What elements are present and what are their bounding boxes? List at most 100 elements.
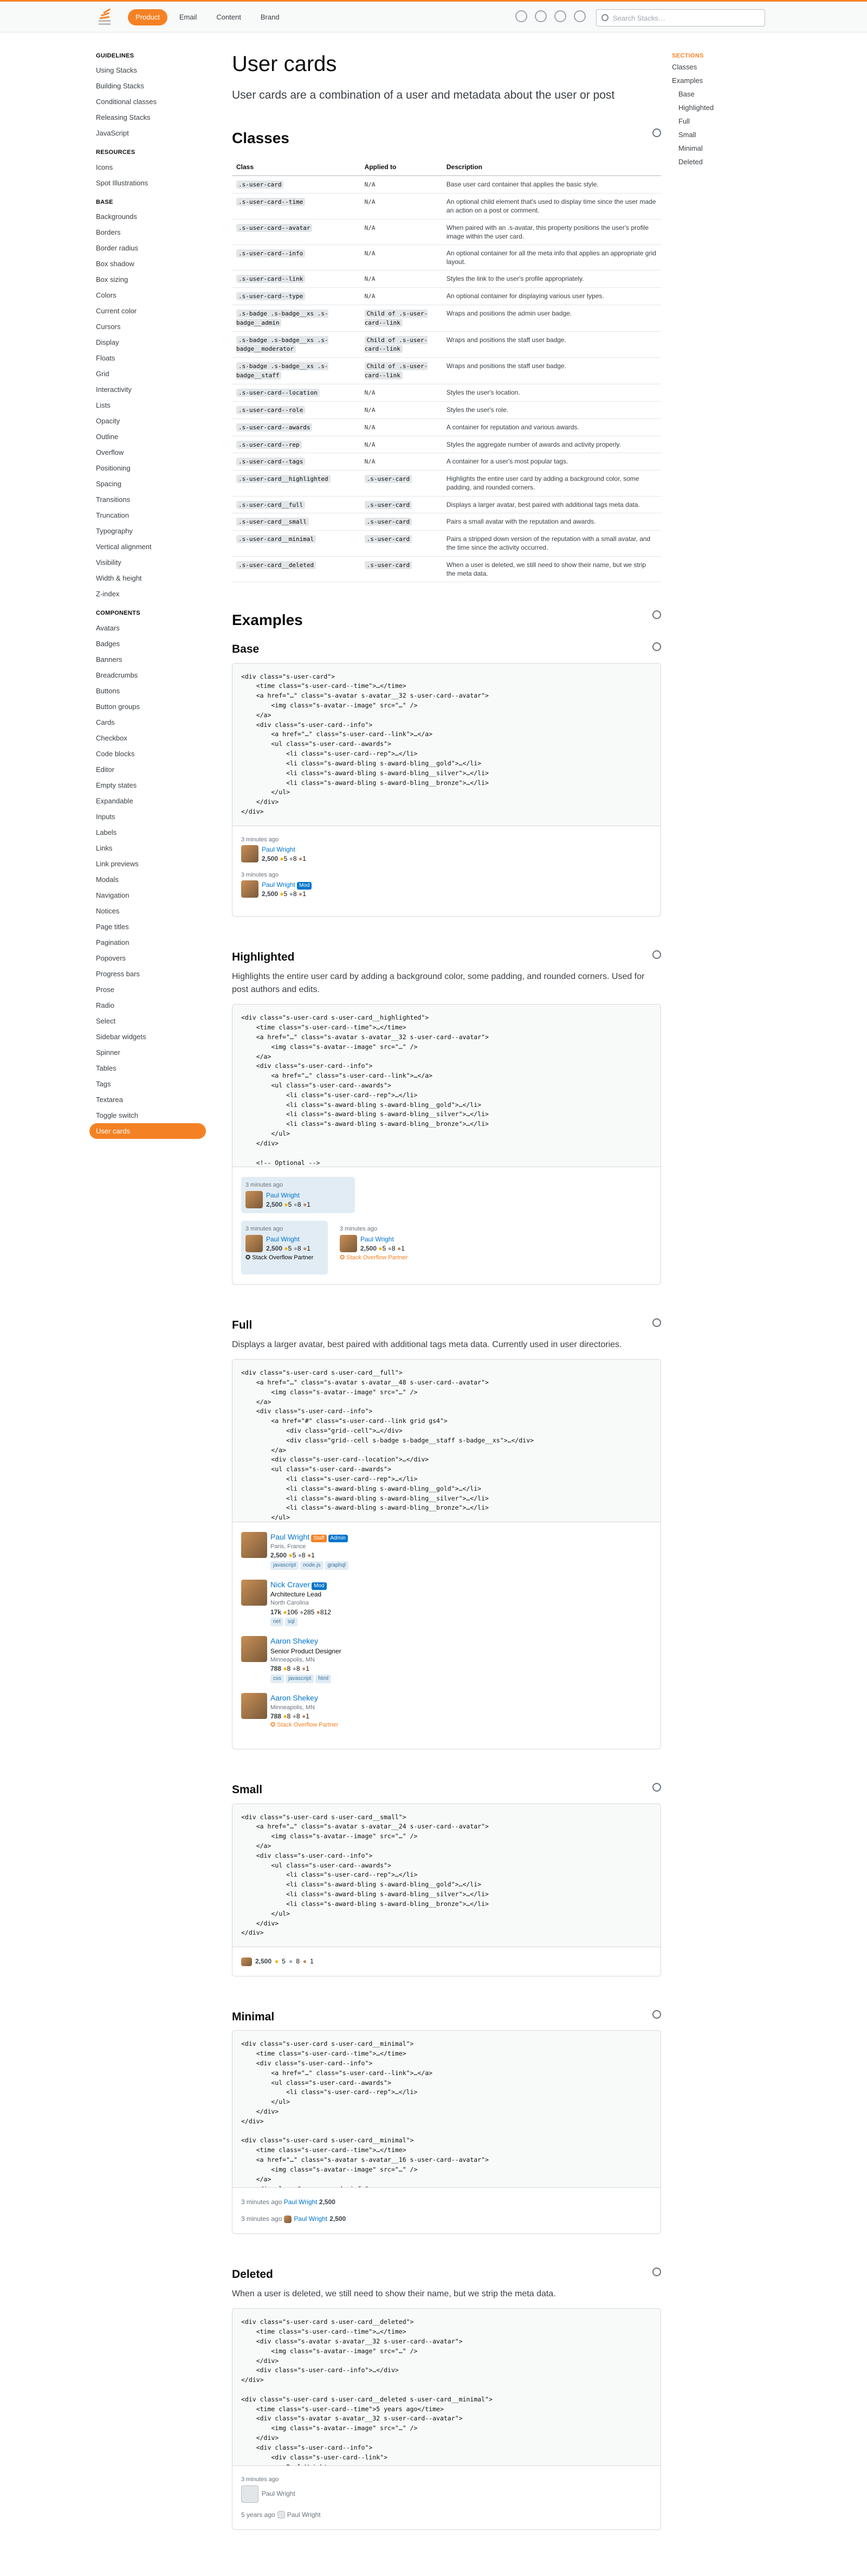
sidebar-item-navigation[interactable]: Navigation (89, 887, 206, 903)
toc-item-examples[interactable]: Examples (672, 74, 764, 87)
sidebar-item-opacity[interactable]: Opacity (89, 413, 206, 429)
avatar[interactable] (241, 1579, 267, 1606)
nav-item-content[interactable]: Content (209, 9, 249, 25)
avatar[interactable] (241, 845, 258, 863)
sidebar-item-avatars[interactable]: Avatars (89, 620, 206, 636)
sidebar-item-code-blocks[interactable]: Code blocks (89, 746, 206, 762)
sidebar-item-banners[interactable]: Banners (89, 652, 206, 667)
sidebar-item-vertical-alignment[interactable]: Vertical alignment (89, 539, 206, 555)
avatar[interactable] (245, 1190, 263, 1208)
user-link[interactable]: Nick Craver (270, 1580, 310, 1589)
link-icon[interactable] (652, 610, 661, 620)
sidebar-item-spinner[interactable]: Spinner (89, 1045, 206, 1060)
sidebar-item-backgrounds[interactable]: Backgrounds (89, 209, 206, 224)
sidebar-item-spacing[interactable]: Spacing (89, 476, 206, 492)
toc-item-deleted[interactable]: Deleted (672, 155, 764, 169)
toc-item-small[interactable]: Small (672, 128, 764, 141)
tag[interactable]: net (270, 1618, 283, 1627)
sidebar-item-page-titles[interactable]: Page titles (89, 919, 206, 935)
sidebar-item-breadcrumbs[interactable]: Breadcrumbs (89, 667, 206, 683)
toc-item-minimal[interactable]: Minimal (672, 141, 764, 155)
code-block[interactable]: <div class="s-user-card"> <time class="s… (232, 663, 661, 826)
toc-item-highlighted[interactable]: Highlighted (672, 101, 764, 114)
sidebar-item-box-sizing[interactable]: Box sizing (89, 272, 206, 287)
tag[interactable]: node.js (300, 1561, 323, 1570)
sidebar-item-width-height[interactable]: Width & height (89, 570, 206, 586)
sidebar-item-tables[interactable]: Tables (89, 1060, 206, 1076)
sidebar-item-truncation[interactable]: Truncation (89, 507, 206, 523)
avatar[interactable] (241, 1957, 252, 1966)
sidebar-item-tags[interactable]: Tags (89, 1076, 206, 1092)
sidebar-item-popovers[interactable]: Popovers (89, 950, 206, 966)
link-icon[interactable] (652, 1318, 661, 1327)
avatar[interactable] (241, 1636, 267, 1663)
nav-item-email[interactable]: Email (172, 9, 205, 25)
nav-item-product[interactable]: Product (128, 9, 167, 26)
sidebar-item-conditional-classes[interactable]: Conditional classes (89, 94, 206, 110)
user-link[interactable]: Aaron Shekey (270, 1693, 318, 1702)
sidebar-item-current-color[interactable]: Current color (89, 303, 206, 319)
sidebar-item-button-groups[interactable]: Button groups (89, 699, 206, 714)
sidebar-item-border-radius[interactable]: Border radius (89, 240, 206, 256)
user-link[interactable]: Paul Wright (262, 846, 295, 853)
figma-icon[interactable] (515, 10, 527, 22)
sidebar-item-borders[interactable]: Borders (89, 224, 206, 240)
sidebar-item-sidebar-widgets[interactable]: Sidebar widgets (89, 1029, 206, 1045)
user-link[interactable]: Paul Wright (284, 2198, 318, 2206)
code-block[interactable]: <div class="s-user-card s-user-card__hig… (232, 1004, 661, 1168)
user-link[interactable]: Paul Wright (266, 1235, 310, 1244)
sidebar-item-progress-bars[interactable]: Progress bars (89, 966, 206, 982)
link-icon[interactable] (652, 2010, 661, 2019)
user-link[interactable]: Paul Wright (360, 1235, 405, 1244)
tag[interactable]: javascript (286, 1675, 314, 1684)
sidebar-item-expandable[interactable]: Expandable (89, 793, 206, 809)
sidebar-item-lists[interactable]: Lists (89, 397, 206, 413)
sidebar-item-positioning[interactable]: Positioning (89, 460, 206, 476)
sidebar-item-outline[interactable]: Outline (89, 429, 206, 445)
sidebar-item-toggle-switch[interactable]: Toggle switch (89, 1107, 206, 1123)
tag[interactable]: css (270, 1675, 284, 1684)
sidebar-item-colors[interactable]: Colors (89, 287, 206, 303)
sidebar-item-textarea[interactable]: Textarea (89, 1092, 206, 1107)
sidebar-item-notices[interactable]: Notices (89, 903, 206, 919)
sidebar-item-floats[interactable]: Floats (89, 350, 206, 366)
code-block[interactable]: <div class="s-user-card s-user-card__del… (232, 2309, 661, 2466)
sidebar-item-javascript[interactable]: JavaScript (89, 125, 206, 141)
link-icon[interactable] (652, 642, 661, 652)
sidebar-item-transitions[interactable]: Transitions (89, 492, 206, 507)
sidebar-item-user-cards[interactable]: User cards (89, 1123, 206, 1139)
sidebar-item-prose[interactable]: Prose (89, 982, 206, 997)
sidebar-item-interactivity[interactable]: Interactivity (89, 382, 206, 397)
link-icon[interactable] (652, 1783, 661, 1792)
tag[interactable]: html (315, 1675, 332, 1684)
sidebar-item-visibility[interactable]: Visibility (89, 555, 206, 570)
sidebar-item-releasing-stacks[interactable]: Releasing Stacks (89, 110, 206, 125)
sidebar-item-inputs[interactable]: Inputs (89, 809, 206, 825)
sidebar-item-empty-states[interactable]: Empty states (89, 777, 206, 793)
tag[interactable]: graphql (325, 1561, 348, 1570)
sidebar-item-pagination[interactable]: Pagination (89, 935, 206, 950)
code-block[interactable]: <div class="s-user-card s-user-card__ful… (232, 1360, 661, 1523)
sidebar-item-editor[interactable]: Editor (89, 762, 206, 777)
sidebar-item-spot-illustrations[interactable]: Spot Illustrations (89, 175, 206, 191)
code-block[interactable]: <div class="s-user-card s-user-card__sma… (232, 1804, 661, 1948)
avatar[interactable] (241, 1693, 267, 1720)
sidebar-item-grid[interactable]: Grid (89, 366, 206, 382)
avatar[interactable] (241, 1532, 267, 1559)
sidebar-item-buttons[interactable]: Buttons (89, 683, 206, 699)
sidebar-item-cards[interactable]: Cards (89, 714, 206, 730)
sidebar-item-overflow[interactable]: Overflow (89, 445, 206, 460)
sidebar-item-z-index[interactable]: Z-index (89, 586, 206, 602)
user-link[interactable]: Paul Wright (270, 1532, 309, 1541)
sidebar-item-display[interactable]: Display (89, 334, 206, 350)
sidebar-item-typography[interactable]: Typography (89, 523, 206, 539)
tag[interactable]: sql (284, 1618, 297, 1627)
sidebar-item-cursors[interactable]: Cursors (89, 319, 206, 334)
nav-item-brand[interactable]: Brand (253, 9, 287, 25)
sidebar-item-badges[interactable]: Badges (89, 636, 206, 652)
avatar[interactable] (245, 1234, 263, 1252)
user-link[interactable]: Paul Wright (266, 1191, 310, 1200)
user-link[interactable]: Paul Wright (262, 881, 295, 888)
toc-item-classes[interactable]: Classes (672, 60, 764, 74)
avatar[interactable] (284, 2215, 292, 2223)
